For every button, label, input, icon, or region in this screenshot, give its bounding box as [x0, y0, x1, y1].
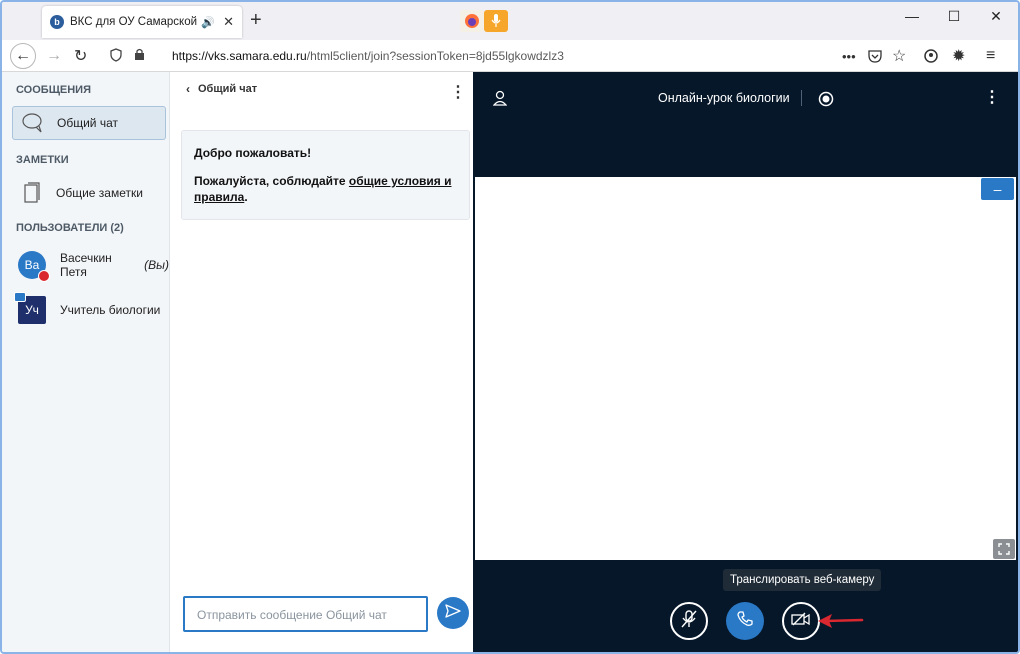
- browser-window: b ВКС для ОУ Самарской об 🔊 ✕ + — ☐ ✕ ← …: [0, 0, 1020, 654]
- messages-heading: СООБЩЕНИЯ: [16, 84, 91, 96]
- presentation-area: Онлайн-урок биологии ⋮ – Транслировать в…: [473, 72, 1018, 652]
- title-separator: [801, 90, 802, 106]
- sidebar-item-public-chat[interactable]: Общий чат: [12, 106, 166, 140]
- pocket-icon[interactable]: [868, 45, 882, 67]
- welcome-text-before: Пожалуйста, соблюдайте: [194, 174, 349, 188]
- chat-panel: ‹ Общий чат ⋮ Добро пожаловать! Пожалуйс…: [170, 72, 473, 652]
- avatar: Уч: [14, 292, 46, 324]
- share-webcam-button[interactable]: [782, 602, 820, 640]
- welcome-text: Пожалуйста, соблюдайте общие условия и п…: [194, 173, 457, 205]
- tab-close-icon[interactable]: ✕: [223, 14, 234, 30]
- user-name: Учитель биологии: [60, 303, 161, 317]
- bookmark-star-icon[interactable]: ☆: [892, 45, 906, 67]
- send-button[interactable]: [437, 597, 469, 629]
- notes-heading: ЗАМЕТКИ: [16, 154, 69, 166]
- chat-options-icon[interactable]: ⋮: [450, 82, 466, 102]
- url-text: https://vks.samara.edu.ru/html5client/jo…: [172, 49, 564, 63]
- menu-hamburger-icon[interactable]: ≡: [986, 45, 995, 67]
- welcome-message: Добро пожаловать! Пожалуйста, соблюдайте…: [181, 130, 470, 220]
- annotation-arrow-icon: [816, 612, 864, 635]
- sidebar-item-shared-notes[interactable]: Общие заметки: [12, 176, 166, 210]
- users-heading: ПОЛЬЗОВАТЕЛИ (2): [16, 222, 124, 234]
- user-you-suffix: (Вы): [144, 258, 169, 272]
- meeting-title: Онлайн-урок биологии: [658, 91, 790, 105]
- fullscreen-icon[interactable]: [993, 539, 1015, 559]
- chat-back-button[interactable]: ‹ Общий чат: [186, 82, 257, 96]
- webcam-off-icon: [791, 611, 811, 632]
- microphone-muted-icon: [680, 609, 698, 634]
- shield-icon[interactable]: [110, 48, 122, 67]
- phone-icon: [737, 610, 753, 632]
- presentation-slide: [475, 177, 1016, 560]
- microphone-indicator-icon[interactable]: [484, 10, 508, 32]
- address-bar[interactable]: https://vks.samara.edu.ru/html5client/jo…: [102, 43, 922, 69]
- welcome-text-after: .: [244, 190, 248, 204]
- options-menu-icon[interactable]: ⋮: [984, 87, 1000, 107]
- avatar-initials: Уч: [25, 303, 39, 317]
- chat-title: Общий чат: [198, 83, 258, 95]
- forward-button[interactable]: →: [46, 45, 62, 67]
- recording-icon[interactable]: [818, 91, 834, 112]
- user-list-toggle-icon[interactable]: [492, 90, 508, 111]
- maximize-window-icon[interactable]: ☐: [932, 8, 976, 25]
- reload-button[interactable]: ↻: [74, 45, 87, 67]
- site-favicon-icon: b: [50, 15, 64, 29]
- speaker-icon[interactable]: 🔊: [201, 16, 215, 29]
- new-tab-button[interactable]: +: [250, 10, 262, 30]
- chevron-left-icon: ‹: [186, 82, 190, 96]
- webcam-tooltip: Транслировать веб-камеру: [723, 569, 882, 591]
- browser-tab[interactable]: b ВКС для ОУ Самарской об 🔊 ✕: [42, 6, 242, 38]
- url-host: https://vks.samara.edu.ru: [172, 49, 307, 63]
- user-name: Васечкин Петя: [60, 251, 112, 279]
- mute-microphone-button[interactable]: [670, 602, 708, 640]
- back-button[interactable]: ←: [10, 43, 36, 69]
- chat-bubble-icon: [21, 111, 45, 135]
- user-list-item[interactable]: Ва Васечкин Петя (Вы): [18, 248, 169, 282]
- avatar: Ва: [18, 251, 50, 282]
- url-path: /html5client/join?sessionToken=8jd55lgko…: [306, 49, 564, 63]
- page-actions-icon[interactable]: •••: [842, 45, 856, 67]
- close-window-icon[interactable]: ✕: [974, 8, 1018, 25]
- sidebar-item-label: Общий чат: [57, 116, 118, 130]
- minimize-presentation-button[interactable]: –: [981, 178, 1014, 200]
- presenter-badge-icon: [14, 292, 26, 302]
- tab-title: ВКС для ОУ Самарской об: [70, 16, 198, 28]
- notes-document-icon: [20, 181, 44, 205]
- firefox-icon[interactable]: [460, 10, 484, 32]
- navigation-bar: ← → ↻ https://vks.samara.edu.ru/html5cli…: [2, 40, 1018, 72]
- lock-icon[interactable]: [134, 48, 145, 66]
- raised-hand-icon: [38, 270, 50, 282]
- user-list-item[interactable]: Уч Учитель биологии: [14, 292, 161, 327]
- send-icon: [445, 603, 461, 623]
- sidebar-item-label: Общие заметки: [56, 186, 143, 200]
- user-list-panel: СООБЩЕНИЯ Общий чат ЗАМЕТКИ Общие заметк…: [2, 72, 170, 652]
- tab-strip: b ВКС для ОУ Самарской об 🔊 ✕ + — ☐ ✕: [2, 2, 1018, 40]
- message-input[interactable]: Отправить сообщение Общий чат: [183, 596, 428, 632]
- account-icon[interactable]: [924, 45, 938, 67]
- avatar-initials: Ва: [24, 258, 40, 272]
- extension-gear-icon[interactable]: ✹: [952, 45, 965, 67]
- leave-audio-button[interactable]: [726, 602, 764, 640]
- welcome-title: Добро пожаловать!: [194, 146, 312, 160]
- minimize-window-icon[interactable]: —: [890, 8, 934, 24]
